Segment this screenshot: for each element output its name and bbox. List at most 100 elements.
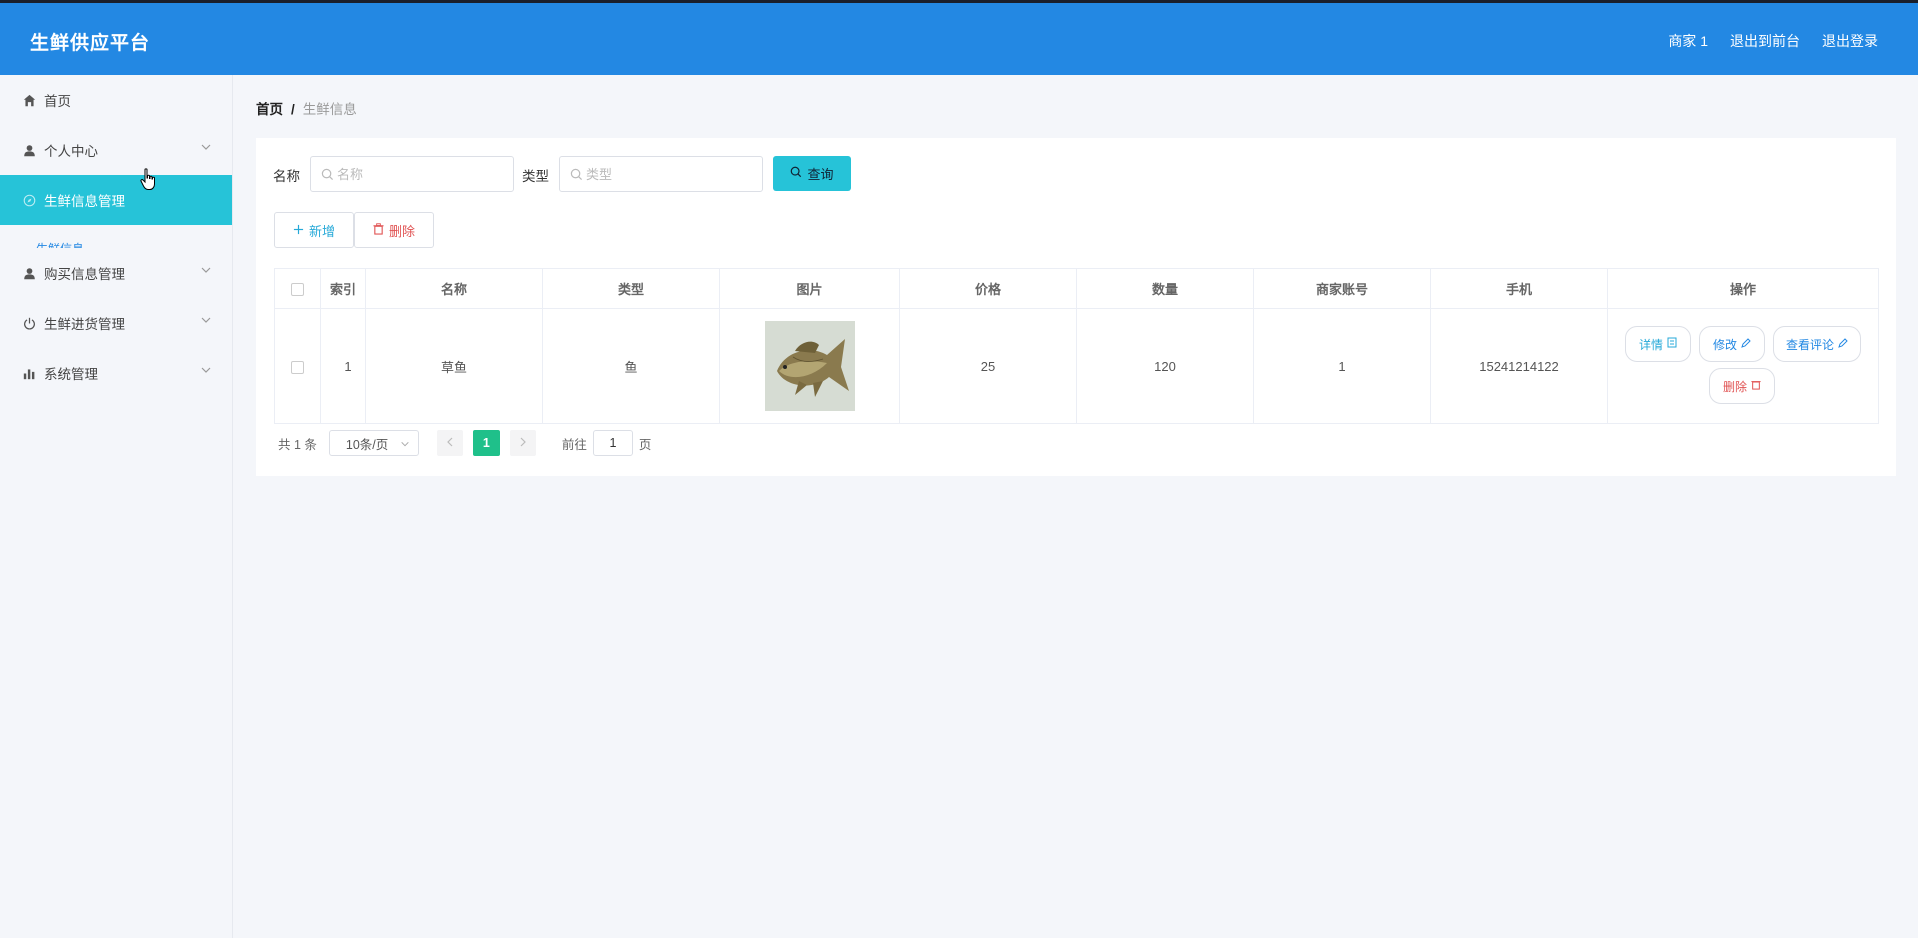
name-cell: 草鱼 [365,308,543,424]
table-row: 1 草鱼 鱼 25 120 1 15241214122 详情 修改 查看评论 删… [274,308,1879,424]
prev-page-button[interactable] [436,430,463,456]
total-count: 共 1 条 [278,437,317,452]
hand-cursor-icon [140,168,155,190]
add-button-label: 新增 [308,223,335,239]
edit-button[interactable]: 修改 [1699,326,1765,362]
price-cell: 25 [899,308,1077,424]
view-reviews-button[interactable]: 查看评论 [1773,326,1861,362]
index-cell: 1 [320,308,366,424]
sidebar-item-label: 生鲜进货管理 [44,317,125,332]
sidebar-item-label: 个人中心 [44,144,98,159]
row-select-cell[interactable] [274,308,321,424]
delete-button-label: 删除 [388,223,415,239]
goto-page-input[interactable] [592,430,633,456]
merchant-cell: 1 [1253,308,1431,424]
chevron-down-icon [200,364,214,378]
column-header: 数量 [1076,268,1254,309]
column-header: 操作 [1607,268,1879,309]
name-search-input[interactable] [337,157,507,191]
pagination: 共 1 条 10条/页 1 前往 页 [274,430,651,456]
document-icon [1667,337,1677,351]
sidebar-item-system[interactable]: 系统管理 [0,348,232,398]
column-header: 类型 [542,268,720,309]
user-icon [22,266,36,280]
edit-button-label: 修改 [1712,337,1737,352]
trash-icon [1751,379,1761,393]
compass-icon [22,193,36,207]
phone-cell: 15241214122 [1430,308,1608,424]
sidebar-item-profile[interactable]: 个人中心 [0,125,232,175]
page-size-value: 10条/页 [345,437,389,452]
trash-icon [373,222,384,238]
detail-button[interactable]: 详情 [1625,326,1691,362]
chevron-down-icon [200,141,214,155]
top-links: 商家 1 退出到前台 退出登录 [1668,31,1878,51]
column-header: 商家账号 [1253,268,1431,309]
name-search-box[interactable] [310,156,514,192]
home-icon [22,93,36,107]
name-search-label: 名称 [273,169,300,184]
breadcrumb: 首页 / 生鲜信息 [233,75,1895,137]
chevron-right-icon [519,436,527,450]
sidebar: 首页 个人中心 生鲜信息管理 购买信息管理 生鲜进货管理 系统管理 [0,75,233,938]
sidebar-item-label: 系统管理 [44,367,98,382]
user-link[interactable]: 商家 1 [1668,31,1708,51]
row-checkbox[interactable] [291,360,304,374]
search-icon [790,166,802,181]
chevron-down-icon [200,264,214,278]
user-icon [22,143,36,157]
table-header-row: 索引 名称 类型 图片 价格 数量 商家账号 手机 操作 [274,268,1879,309]
row-delete-label: 删除 [1722,379,1747,394]
product-image [764,321,855,411]
select-all-cell[interactable] [274,268,321,309]
sidebar-item-fresh-info[interactable]: 生鲜信息管理 [0,175,232,225]
plus-icon [293,223,304,238]
select-all-checkbox[interactable] [291,283,304,297]
chevron-left-icon [446,436,454,450]
pencil-icon [1838,337,1848,351]
goto-prefix: 前往 [561,437,587,452]
sidebar-item-label: 生鲜信息管理 [44,194,125,209]
next-page-button[interactable] [509,430,536,456]
back-to-front-link[interactable]: 退出到前台 [1730,31,1800,51]
batch-delete-button[interactable]: 删除 [354,212,434,248]
type-cell: 鱼 [542,308,720,424]
page-size-select[interactable]: 10条/页 [328,430,419,456]
type-search-box[interactable] [559,156,763,192]
bar-chart-icon [22,366,36,380]
review-button-label: 查看评论 [1785,337,1834,352]
logout-link[interactable]: 退出登录 [1822,31,1878,51]
type-search-label: 类型 [522,169,549,184]
power-icon [22,316,36,330]
column-header: 价格 [899,268,1077,309]
column-header: 索引 [320,268,366,309]
query-button[interactable]: 查询 [773,156,851,191]
chevron-down-icon [200,314,214,328]
chevron-down-icon [400,438,410,448]
sidebar-item-purchase[interactable]: 购买信息管理 [0,248,232,298]
page-number-current[interactable]: 1 [472,430,500,456]
sidebar-item-label: 购买信息管理 [44,267,125,282]
brand-title: 生鲜供应平台 [30,33,151,54]
top-bar: 生鲜供应平台 商家 1 退出到前台 退出登录 [0,0,1918,75]
sidebar-item-label: 首页 [44,94,71,109]
goto-suffix: 页 [638,437,652,452]
sidebar-item-home[interactable]: 首页 [0,75,232,125]
row-delete-button[interactable]: 删除 [1709,368,1775,404]
column-header: 名称 [365,268,543,309]
search-icon [321,168,334,181]
type-search-input[interactable] [586,157,756,191]
submenu-item-fresh-info[interactable]: 生鲜信息 [36,238,84,248]
breadcrumb-home[interactable]: 首页 [256,102,283,117]
quantity-cell: 120 [1076,308,1254,424]
pencil-icon [1741,337,1751,351]
breadcrumb-current: 生鲜信息 [302,102,357,117]
main-panel: 名称 类型 查询 新增 删除 [256,138,1896,476]
breadcrumb-separator: / [291,102,295,117]
detail-button-label: 详情 [1638,337,1663,352]
query-button-label: 查询 [807,167,834,182]
add-button[interactable]: 新增 [274,212,354,248]
data-table: 索引 名称 类型 图片 价格 数量 商家账号 手机 操作 1 草鱼 鱼 25 1… [274,268,1879,424]
column-header: 手机 [1430,268,1608,309]
sidebar-item-stock[interactable]: 生鲜进货管理 [0,298,232,348]
